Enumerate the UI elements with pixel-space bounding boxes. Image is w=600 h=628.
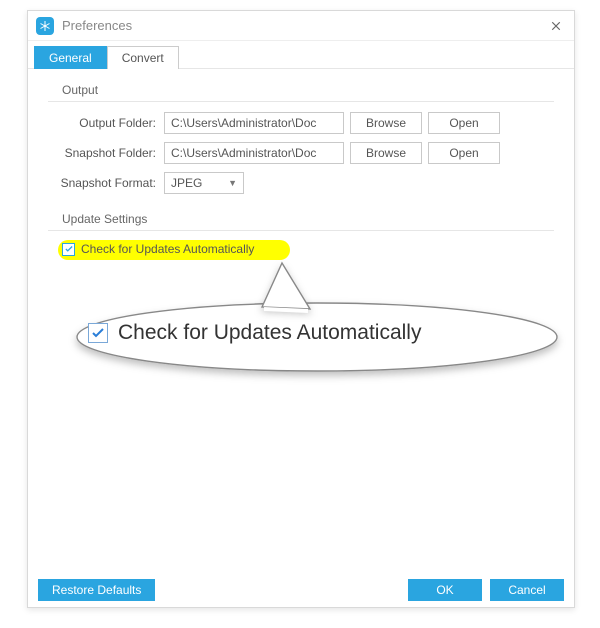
output-folder-browse-button[interactable]: Browse bbox=[350, 112, 422, 134]
output-folder-row: Output Folder: Browse Open bbox=[48, 112, 554, 134]
restore-defaults-button[interactable]: Restore Defaults bbox=[38, 579, 155, 601]
titlebar: Preferences bbox=[28, 11, 574, 41]
footer: Restore Defaults OK Cancel bbox=[28, 573, 574, 607]
checkmark-icon bbox=[64, 244, 74, 254]
snapshot-folder-label: Snapshot Folder: bbox=[48, 146, 164, 160]
update-group-title: Update Settings bbox=[48, 212, 554, 231]
snapshot-folder-open-button[interactable]: Open bbox=[428, 142, 500, 164]
tab-general[interactable]: General bbox=[34, 46, 107, 69]
checkmark-icon bbox=[90, 325, 106, 341]
preferences-dialog: Preferences General Convert Output Outpu… bbox=[27, 10, 575, 608]
app-logo-icon bbox=[36, 17, 54, 35]
chevron-down-icon: ▼ bbox=[228, 178, 237, 188]
snapshot-folder-input[interactable] bbox=[164, 142, 344, 164]
tab-bar: General Convert bbox=[28, 41, 574, 69]
check-updates-label: Check for Updates Automatically bbox=[81, 242, 254, 256]
output-folder-input[interactable] bbox=[164, 112, 344, 134]
snapshot-format-value: JPEG bbox=[171, 176, 202, 190]
check-updates-checkbox[interactable] bbox=[62, 243, 75, 256]
callout-text: Check for Updates Automatically bbox=[118, 321, 421, 345]
output-folder-open-button[interactable]: Open bbox=[428, 112, 500, 134]
snapshot-format-label: Snapshot Format: bbox=[48, 176, 164, 190]
content-area: Output Output Folder: Browse Open Snapsh… bbox=[28, 69, 574, 263]
callout-checkbox-icon bbox=[88, 323, 108, 343]
output-group-title: Output bbox=[48, 83, 554, 102]
update-section: Update Settings Check for Updates Automa… bbox=[48, 212, 554, 263]
output-folder-label: Output Folder: bbox=[48, 116, 164, 130]
snapshot-folder-browse-button[interactable]: Browse bbox=[350, 142, 422, 164]
tab-convert[interactable]: Convert bbox=[107, 46, 179, 69]
snapshot-format-row: Snapshot Format: JPEG ▼ bbox=[48, 172, 554, 194]
close-button[interactable] bbox=[546, 16, 566, 36]
ok-button[interactable]: OK bbox=[408, 579, 482, 601]
snapshot-format-select[interactable]: JPEG ▼ bbox=[164, 172, 244, 194]
snapshot-folder-row: Snapshot Folder: Browse Open bbox=[48, 142, 554, 164]
cancel-button[interactable]: Cancel bbox=[490, 579, 564, 601]
window-title: Preferences bbox=[62, 18, 546, 33]
callout-content: Check for Updates Automatically bbox=[88, 321, 421, 345]
check-updates-row: Check for Updates Automatically bbox=[48, 241, 554, 263]
close-icon bbox=[550, 20, 562, 32]
